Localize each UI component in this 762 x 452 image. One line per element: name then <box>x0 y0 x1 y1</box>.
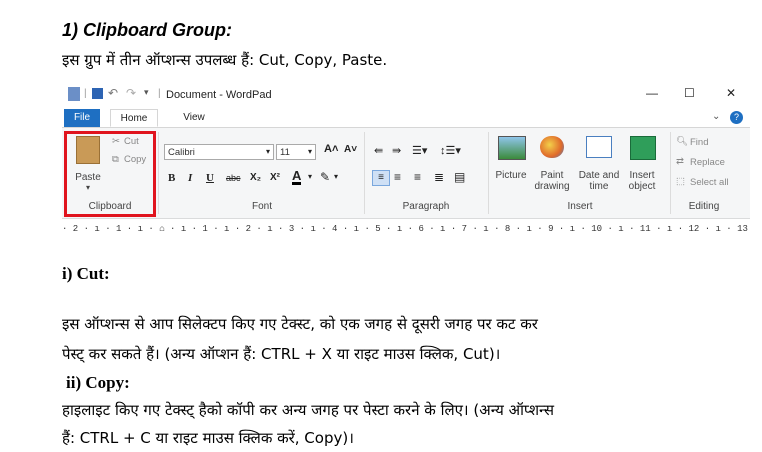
group-divider <box>364 132 365 214</box>
highlight-icon[interactable]: ✎ <box>320 170 330 184</box>
insert-object-label-1[interactable]: Insert <box>620 170 664 181</box>
section-heading: 1) Clipboard Group: <box>62 20 232 40</box>
superscript-icon[interactable]: X² <box>270 172 280 183</box>
text-color-icon[interactable]: A <box>292 169 302 185</box>
ruler: · 2 · ı · 1 · ı · ⌂ · ı · 1 · ı · 2 · ı … <box>62 221 750 237</box>
font-size-value: 11 <box>280 147 290 158</box>
editing-group-label: Editing <box>688 201 720 212</box>
subscript-icon[interactable]: X₂ <box>250 172 261 183</box>
insert-object-label-2[interactable]: object <box>620 181 664 192</box>
underline-icon[interactable]: U <box>206 172 214 184</box>
bold-icon[interactable]: B <box>168 172 175 184</box>
paint-drawing-label-1[interactable]: Paint <box>530 170 574 181</box>
help-icon[interactable]: ? <box>730 111 743 124</box>
grow-font-icon[interactable]: A˄ <box>324 143 338 155</box>
decrease-indent-icon[interactable]: ⇚ <box>374 144 383 157</box>
save-icon[interactable] <box>92 88 103 99</box>
line-spacing-icon[interactable]: ↕☰▾ <box>440 144 461 157</box>
paragraph-settings-icon[interactable]: ▤ <box>454 170 465 184</box>
date-time-label-1[interactable]: Date and <box>576 170 622 181</box>
group-divider <box>670 132 671 214</box>
insert-group-label: Insert <box>567 201 593 212</box>
quick-access-dropdown-icon[interactable]: ▾ <box>144 87 149 98</box>
shrink-font-icon[interactable]: A˅ <box>344 144 357 155</box>
chevron-down-icon[interactable]: ▾ <box>334 172 338 181</box>
window-title: Document - WordPad <box>166 89 272 101</box>
title-bar: | ↶ ↷ ▾ | Document - WordPad — ☐ ✕ <box>62 83 750 107</box>
group-divider <box>158 132 159 214</box>
picture-icon[interactable] <box>498 136 526 160</box>
chevron-down-icon[interactable]: ▾ <box>308 172 312 181</box>
font-size-select[interactable]: 11 ▾ <box>276 144 316 160</box>
ribbon-home: Paste ▾ ✂ Cut ⧉ Copy Clipboard Calibri ▾… <box>62 128 750 219</box>
clipboard-highlight-box <box>64 131 156 217</box>
cut-heading: i) Cut: <box>62 264 110 283</box>
justify-icon[interactable]: ≣ <box>434 170 444 184</box>
intro-text: इस ग्रुप में तीन ऑप्शन्स उपलब्ध हैं: Cut… <box>62 51 388 69</box>
strikethrough-icon[interactable]: abc <box>226 173 241 183</box>
wordpad-icon <box>68 87 80 101</box>
font-family-select[interactable]: Calibri ▾ <box>164 144 274 160</box>
font-family-value: Calibri <box>168 147 195 158</box>
cut-line-1: इस ऑप्शन्स से आप सिलेक्टप किए गए टेक्स्ट… <box>62 315 538 333</box>
undo-icon[interactable]: ↶ <box>108 86 118 100</box>
date-time-icon[interactable] <box>586 136 612 158</box>
tab-view[interactable]: View <box>174 109 214 127</box>
select-all-icon[interactable]: ⬚ <box>676 176 685 187</box>
close-button[interactable]: ✕ <box>726 86 736 100</box>
find-icon[interactable]: 🔍︎ <box>676 136 688 147</box>
chevron-down-icon: ▾ <box>307 147 312 156</box>
maximize-button[interactable]: ☐ <box>684 86 695 100</box>
copy-line-2: हैं: CTRL + C या राइट माउस क्लिक करें, C… <box>62 429 354 447</box>
select-all-button[interactable]: Select all <box>690 177 729 188</box>
copy-heading: ii) Copy: <box>66 373 130 392</box>
insert-object-icon[interactable] <box>630 136 656 160</box>
replace-button[interactable]: Replace <box>690 157 725 168</box>
copy-line-1: हाइलाइट किए गए टेक्स्ट् हैको कॉपी कर अन्… <box>62 401 555 419</box>
find-button[interactable]: Find <box>690 137 708 148</box>
increase-indent-icon[interactable]: ⇛ <box>392 144 401 157</box>
paragraph-group-label: Paragraph <box>402 201 450 212</box>
chevron-down-icon: ▾ <box>265 147 270 156</box>
tab-file[interactable]: File <box>64 109 100 127</box>
italic-icon[interactable]: I <box>188 172 192 184</box>
picture-button[interactable]: Picture <box>488 170 534 181</box>
ribbon-tabs: File Home View ⌄ ? <box>62 109 750 128</box>
tab-home[interactable]: Home <box>110 109 158 127</box>
cut-line-2: पेस्ट् कर सकते हैं। (अन्य ऑप्शन हैं: CTR… <box>62 345 501 363</box>
paint-drawing-icon[interactable] <box>540 136 564 158</box>
align-left-icon[interactable]: ≡ <box>372 170 390 186</box>
collapse-ribbon-icon[interactable]: ⌄ <box>712 111 720 122</box>
minimize-button[interactable]: — <box>646 86 658 100</box>
replace-icon[interactable]: ⇄ <box>676 156 684 167</box>
paint-drawing-label-2[interactable]: drawing <box>530 181 574 192</box>
redo-icon[interactable]: ↷ <box>126 86 136 100</box>
date-time-label-2[interactable]: time <box>576 181 622 192</box>
wordpad-window: | ↶ ↷ ▾ | Document - WordPad — ☐ ✕ File … <box>62 83 750 243</box>
align-center-icon[interactable]: ≡ <box>394 170 401 184</box>
align-right-icon[interactable]: ≡ <box>414 170 421 184</box>
font-group-label: Font <box>251 201 272 212</box>
bullets-icon[interactable]: ☰▾ <box>412 144 427 157</box>
